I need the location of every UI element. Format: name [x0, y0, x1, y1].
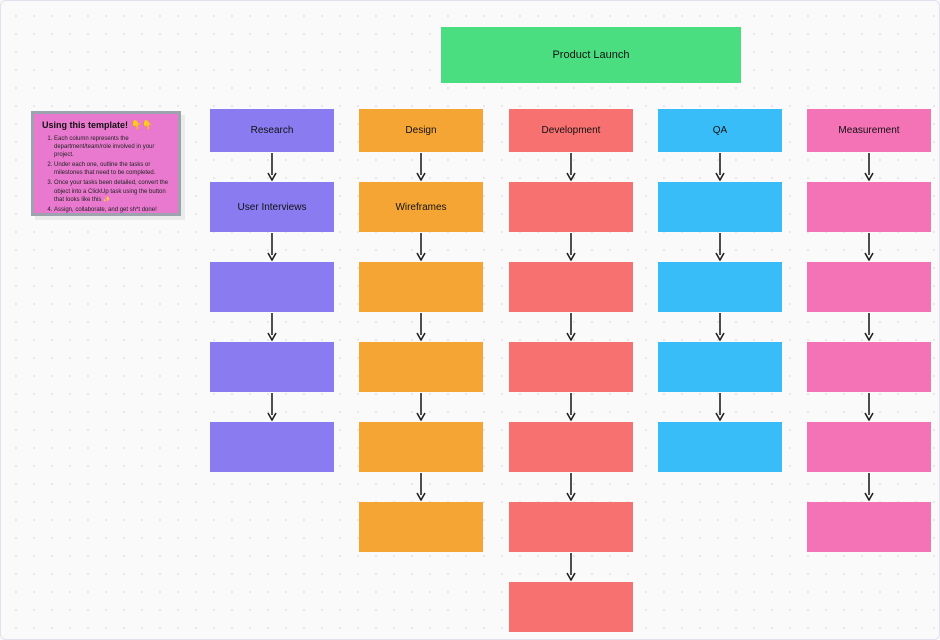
column-header-qa[interactable]: QA — [658, 109, 782, 152]
task-card[interactable] — [658, 262, 782, 312]
task-card[interactable] — [359, 422, 483, 472]
task-card[interactable] — [509, 262, 633, 312]
arrow-down-icon — [565, 152, 577, 182]
sticky-item: Under each one, outline the tasks or mil… — [54, 161, 170, 177]
arrow-down-icon — [266, 232, 278, 262]
task-card[interactable] — [359, 342, 483, 392]
arrow-down-icon — [415, 472, 427, 502]
column-header-label: Development — [542, 125, 601, 136]
column-header-measurement[interactable]: Measurement — [807, 109, 931, 152]
task-label: User Interviews — [238, 202, 307, 213]
task-card[interactable] — [210, 342, 334, 392]
task-card[interactable] — [509, 502, 633, 552]
arrow-down-icon — [565, 232, 577, 262]
arrow-down-icon — [863, 392, 875, 422]
sticky-note-instructions[interactable]: Using this template! 👇👇 Each column repr… — [31, 111, 181, 216]
sticky-item: Assign, collaborate, and get sh*t done! — [54, 206, 170, 214]
sticky-title: Using this template! 👇👇 — [42, 120, 170, 131]
task-card[interactable] — [807, 502, 931, 552]
column-design: Design Wireframes — [359, 109, 483, 552]
arrow-down-icon — [415, 152, 427, 182]
column-header-label: Measurement — [838, 125, 899, 136]
arrow-down-icon — [714, 232, 726, 262]
sticky-list: Each column represents the department/te… — [42, 135, 170, 214]
column-header-design[interactable]: Design — [359, 109, 483, 152]
arrow-down-icon — [415, 232, 427, 262]
whiteboard-canvas[interactable]: Product Launch Using this template! 👇👇 E… — [1, 1, 939, 639]
header-title: Product Launch — [552, 49, 629, 61]
arrow-down-icon — [714, 312, 726, 342]
column-header-research[interactable]: Research — [210, 109, 334, 152]
task-card[interactable] — [359, 502, 483, 552]
task-card[interactable] — [509, 182, 633, 232]
arrow-down-icon — [565, 312, 577, 342]
arrow-down-icon — [565, 552, 577, 582]
task-card[interactable] — [807, 262, 931, 312]
task-card[interactable] — [210, 262, 334, 312]
arrow-down-icon — [415, 392, 427, 422]
arrow-down-icon — [863, 312, 875, 342]
arrow-down-icon — [863, 232, 875, 262]
arrow-down-icon — [266, 392, 278, 422]
column-header-development[interactable]: Development — [509, 109, 633, 152]
arrow-down-icon — [565, 472, 577, 502]
column-research: Research User Interviews — [210, 109, 334, 472]
arrow-down-icon — [565, 392, 577, 422]
task-card[interactable] — [807, 182, 931, 232]
arrow-down-icon — [863, 152, 875, 182]
arrow-down-icon — [714, 392, 726, 422]
column-measurement: Measurement — [807, 109, 931, 552]
sticky-item: Once your tasks been detailed, convert t… — [54, 179, 170, 203]
arrow-down-icon — [415, 312, 427, 342]
column-header-label: Research — [251, 125, 294, 136]
task-card[interactable] — [210, 422, 334, 472]
task-card[interactable] — [509, 342, 633, 392]
arrow-down-icon — [863, 472, 875, 502]
task-card[interactable] — [509, 422, 633, 472]
column-qa: QA — [658, 109, 782, 472]
task-card[interactable]: Wireframes — [359, 182, 483, 232]
column-development: Development — [509, 109, 633, 632]
task-card[interactable] — [658, 342, 782, 392]
task-label: Wireframes — [395, 202, 446, 213]
task-card[interactable] — [359, 262, 483, 312]
arrow-down-icon — [714, 152, 726, 182]
task-card[interactable] — [658, 182, 782, 232]
task-card[interactable] — [509, 582, 633, 632]
arrow-down-icon — [266, 312, 278, 342]
task-card[interactable] — [807, 342, 931, 392]
sticky-item: Each column represents the department/te… — [54, 135, 170, 159]
column-header-label: Design — [405, 125, 436, 136]
task-card[interactable] — [807, 422, 931, 472]
task-card[interactable] — [658, 422, 782, 472]
arrow-down-icon — [266, 152, 278, 182]
column-header-label: QA — [713, 125, 727, 136]
task-card[interactable]: User Interviews — [210, 182, 334, 232]
header-block-product-launch[interactable]: Product Launch — [441, 27, 741, 83]
